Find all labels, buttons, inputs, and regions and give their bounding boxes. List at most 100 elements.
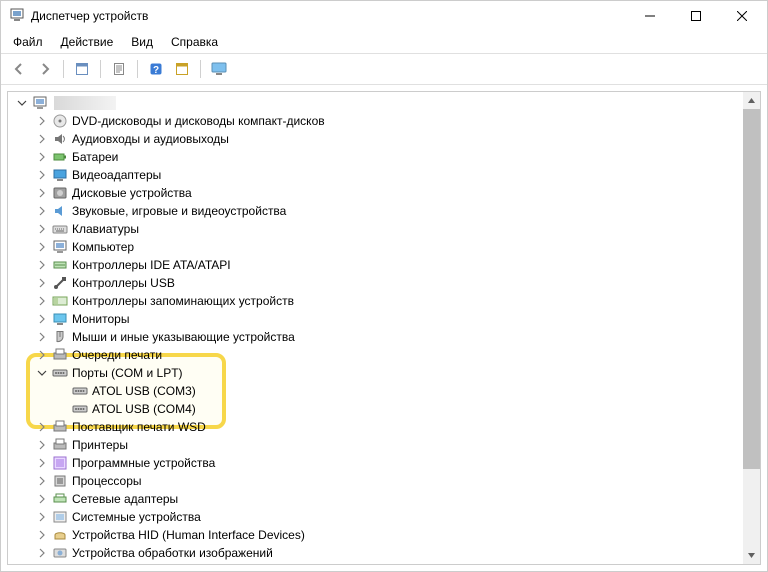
tree-category-label: Мониторы: [72, 312, 137, 326]
cpu-icon: [52, 473, 68, 489]
tree-item-atol_com3[interactable]: ATOL USB (COM3): [10, 382, 743, 400]
tree-category-computer[interactable]: Компьютер: [10, 238, 743, 256]
chevron-right-icon[interactable]: [34, 422, 50, 432]
storage-icon: [52, 293, 68, 309]
tree-category-usb[interactable]: Контроллеры USB: [10, 274, 743, 292]
menu-file[interactable]: Файл: [5, 33, 51, 51]
tree-category-printq[interactable]: Очереди печати: [10, 346, 743, 364]
svg-text:?: ?: [153, 65, 159, 76]
tree-category-mouse[interactable]: Мыши и иные указывающие устройства: [10, 328, 743, 346]
tree-category-sound[interactable]: Звуковые, игровые и видеоустройства: [10, 202, 743, 220]
chevron-right-icon[interactable]: [34, 350, 50, 360]
chevron-right-icon[interactable]: [34, 188, 50, 198]
tree-category-label: Контроллеры IDE ATA/ATAPI: [72, 258, 239, 272]
chevron-down-icon[interactable]: [34, 368, 50, 378]
tree-category-label: Очереди печати: [72, 348, 170, 362]
device-tree[interactable]: DVD-дисководы и дисководы компакт-дисков…: [8, 92, 743, 564]
chevron-down-icon[interactable]: [14, 98, 30, 108]
tree-category-label: DVD-дисководы и дисководы компакт-дисков: [72, 114, 333, 128]
system-icon: [52, 509, 68, 525]
tree-category-display[interactable]: Видеоадаптеры: [10, 166, 743, 184]
tree-category-printer[interactable]: Принтеры: [10, 436, 743, 454]
minimize-button[interactable]: [627, 1, 673, 31]
menu-view[interactable]: Вид: [123, 33, 161, 51]
tree-category-keyboard[interactable]: Клавиатуры: [10, 220, 743, 238]
forward-button[interactable]: [33, 58, 57, 80]
chevron-right-icon[interactable]: [34, 512, 50, 522]
window-title: Диспетчер устройств: [31, 9, 148, 23]
chevron-right-icon[interactable]: [34, 494, 50, 504]
chevron-right-icon[interactable]: [34, 530, 50, 540]
chevron-right-icon[interactable]: [34, 278, 50, 288]
chevron-right-icon[interactable]: [34, 476, 50, 486]
tree-category-imaging[interactable]: Устройства обработки изображений: [10, 544, 743, 562]
tree-category-label: Аудиовходы и аудиовыходы: [72, 132, 237, 146]
device-manager-window: Диспетчер устройств Файл Действие Вид Сп…: [0, 0, 768, 572]
ports-icon: [52, 365, 68, 381]
maximize-button[interactable]: [673, 1, 719, 31]
help-button[interactable]: ?: [144, 58, 168, 80]
chevron-right-icon[interactable]: [34, 134, 50, 144]
chevron-right-icon[interactable]: [34, 458, 50, 468]
audio-icon: [52, 131, 68, 147]
chevron-right-icon[interactable]: [34, 206, 50, 216]
properties-button[interactable]: [107, 58, 131, 80]
chevron-right-icon[interactable]: [34, 332, 50, 342]
tree-category-storage[interactable]: Контроллеры запоминающих устройств: [10, 292, 743, 310]
tree-category-label: Устройства HID (Human Interface Devices): [72, 528, 313, 542]
tree-item-atol_com4[interactable]: ATOL USB (COM4): [10, 400, 743, 418]
menu-action[interactable]: Действие: [53, 33, 122, 51]
disk-icon: [52, 185, 68, 201]
menubar: Файл Действие Вид Справка: [1, 31, 767, 53]
sound-icon: [52, 203, 68, 219]
show-hidden-button[interactable]: [70, 58, 94, 80]
chevron-right-icon[interactable]: [34, 242, 50, 252]
chevron-right-icon[interactable]: [34, 440, 50, 450]
back-button[interactable]: [7, 58, 31, 80]
tree-category-audio[interactable]: Аудиовходы и аудиовыходы: [10, 130, 743, 148]
tree-category-monitor[interactable]: Мониторы: [10, 310, 743, 328]
scroll-up-button[interactable]: [743, 92, 760, 109]
tree-category-ports[interactable]: Порты (COM и LPT): [10, 364, 743, 382]
tree-category-label: Компьютер: [72, 240, 142, 254]
ide-icon: [52, 257, 68, 273]
tree-category-label: Системные устройства: [72, 510, 209, 524]
toolbar: ?: [1, 53, 767, 85]
refresh-button[interactable]: [170, 58, 194, 80]
vertical-scrollbar[interactable]: [743, 92, 760, 564]
tree-category-label: Батареи: [72, 150, 126, 164]
chevron-right-icon[interactable]: [34, 170, 50, 180]
scroll-thumb[interactable]: [743, 109, 760, 469]
chevron-right-icon[interactable]: [34, 116, 50, 126]
chevron-right-icon[interactable]: [34, 152, 50, 162]
chevron-right-icon[interactable]: [34, 224, 50, 234]
net-icon: [52, 491, 68, 507]
tree-category-disk[interactable]: Дисковые устройства: [10, 184, 743, 202]
software-icon: [52, 455, 68, 471]
tree-category-hid[interactable]: Устройства HID (Human Interface Devices): [10, 526, 743, 544]
tree-category-system[interactable]: Системные устройства: [10, 508, 743, 526]
chevron-right-icon[interactable]: [34, 296, 50, 306]
tree-category-dvd[interactable]: DVD-дисководы и дисководы компакт-дисков: [10, 112, 743, 130]
chevron-right-icon[interactable]: [34, 548, 50, 558]
tree-category-net[interactable]: Сетевые адаптеры: [10, 490, 743, 508]
close-button[interactable]: [719, 1, 765, 31]
display-icon: [52, 167, 68, 183]
tree-category-label: Устройства обработки изображений: [72, 546, 281, 560]
menu-help[interactable]: Справка: [163, 33, 226, 51]
tree-category-wsdprint[interactable]: Поставщик печати WSD: [10, 418, 743, 436]
dvd-icon: [52, 113, 68, 129]
monitor-button[interactable]: [207, 58, 231, 80]
tree-category-label: Сетевые адаптеры: [72, 492, 186, 506]
tree-category-software[interactable]: Программные устройства: [10, 454, 743, 472]
tree-category-label: Мыши и иные указывающие устройства: [72, 330, 303, 344]
scroll-down-button[interactable]: [743, 547, 760, 564]
computer-icon: [32, 95, 48, 111]
tree-category-battery[interactable]: Батареи: [10, 148, 743, 166]
tree-category-cpu[interactable]: Процессоры: [10, 472, 743, 490]
tree-category-ide[interactable]: Контроллеры IDE ATA/ATAPI: [10, 256, 743, 274]
usb-icon: [52, 275, 68, 291]
chevron-right-icon[interactable]: [34, 314, 50, 324]
chevron-right-icon[interactable]: [34, 260, 50, 270]
tree-root[interactable]: [10, 94, 743, 112]
